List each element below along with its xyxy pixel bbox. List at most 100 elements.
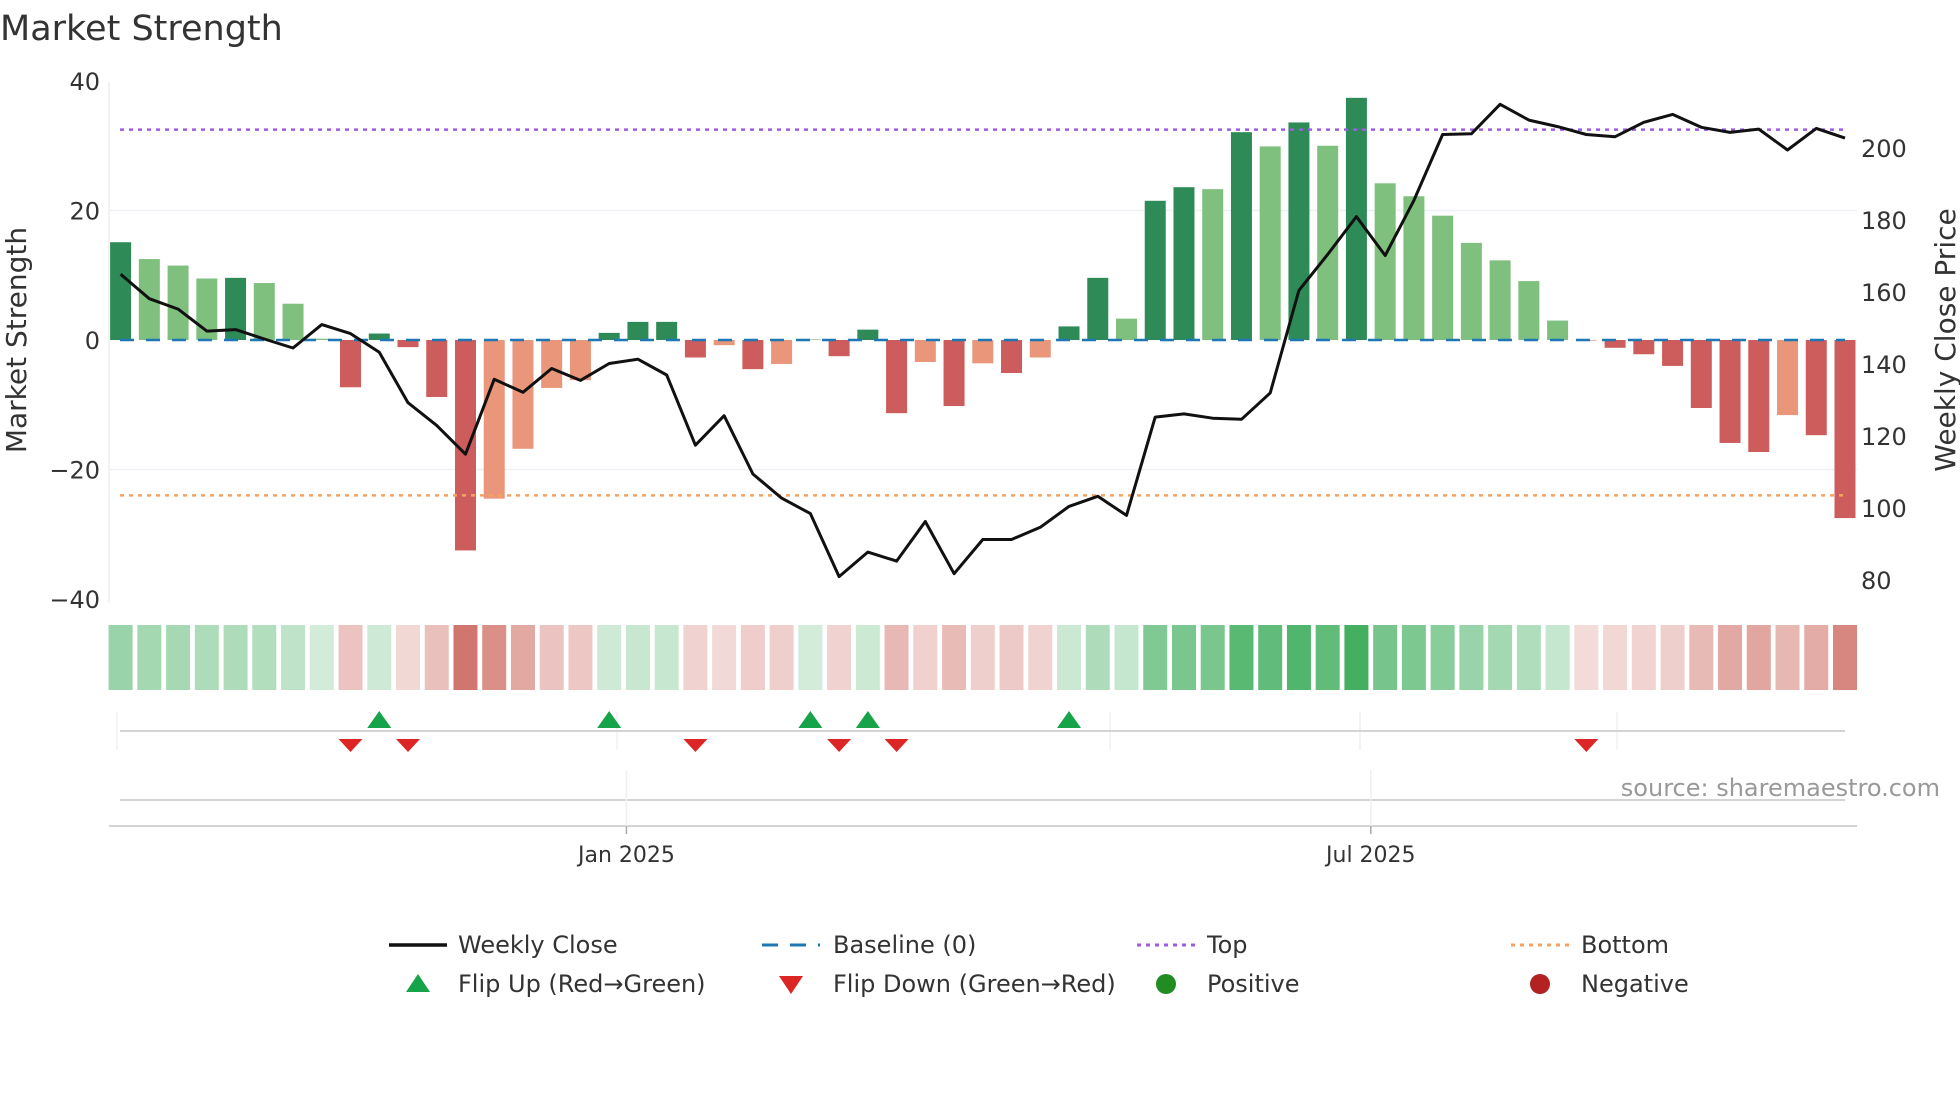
heatmap-cell — [1229, 625, 1254, 690]
positive-circle-icon — [1156, 974, 1176, 994]
triangle-up-icon — [406, 974, 430, 992]
strength-bar — [1777, 340, 1799, 416]
strength-bar — [512, 340, 534, 449]
legend-label: Positive — [1207, 970, 1300, 998]
x-axis: Jan 2025 Jul 2025 — [109, 770, 1857, 868]
strength-bar — [1518, 281, 1540, 340]
strength-bar — [541, 340, 563, 388]
heatmap-cell — [1114, 625, 1139, 690]
strength-bar — [771, 340, 793, 364]
legend-label: Flip Down (Green→Red) — [833, 970, 1116, 998]
heatmap-cell — [1315, 625, 1340, 690]
heatmap-cell — [913, 625, 938, 690]
heatmap-cell — [1516, 625, 1541, 690]
strength-bar — [1029, 340, 1051, 358]
heatmap-cell — [309, 625, 334, 690]
strength-bar — [656, 321, 678, 340]
heatmap-cell — [539, 625, 564, 690]
legend-label: Top — [1206, 931, 1248, 959]
heatmap-cell — [1775, 625, 1800, 690]
heatmap-cell — [194, 625, 219, 690]
strength-bar — [857, 329, 879, 340]
y-axis-label: Market Strength — [0, 227, 33, 453]
y2-tick-label: 180 — [1861, 207, 1907, 235]
y-tick-label: 40 — [69, 68, 100, 96]
strength-bar — [1834, 340, 1856, 519]
strength-bar — [1633, 340, 1655, 355]
legend: Weekly Close Baseline (0) Top Bottom Flip Up… — [389, 931, 1689, 998]
flip-markers-row — [116, 711, 1845, 752]
strength-bar — [1230, 132, 1252, 340]
heatmap-cell — [740, 625, 765, 690]
source-label: source: sharemaestro.com — [1621, 774, 1940, 802]
strength-bar — [1087, 277, 1109, 340]
flip-down-marker — [1574, 739, 1599, 752]
heatmap-cell — [999, 625, 1024, 690]
x-tick-label: Jan 2025 — [576, 843, 675, 868]
heatmap-cell — [1459, 625, 1484, 690]
strength-bar — [943, 340, 965, 407]
strength-bar — [282, 303, 304, 340]
strength-bar — [483, 340, 505, 499]
y2-tick-label: 120 — [1861, 423, 1907, 451]
x-tick-label: Jul 2025 — [1324, 843, 1416, 868]
flip-up-marker — [367, 711, 392, 728]
heatmap-cell — [1430, 625, 1455, 690]
legend-label: Negative — [1581, 970, 1689, 998]
strength-heatmap-strip — [108, 625, 1857, 690]
heatmap-cell — [281, 625, 306, 690]
strength-bar — [1001, 340, 1023, 374]
flip-down-marker — [827, 739, 852, 752]
heatmap-cell — [683, 625, 708, 690]
strength-bar — [1173, 187, 1195, 340]
strength-bar — [1403, 196, 1425, 340]
strength-bar — [972, 340, 994, 364]
heatmap-cell — [510, 625, 535, 690]
chart-title: Market Strength — [0, 9, 283, 49]
heatmap-cell — [223, 625, 248, 690]
y2-tick-label: 200 — [1861, 135, 1907, 163]
y2-axis-label: Weekly Close Price — [1929, 208, 1960, 471]
heatmap-cell — [568, 625, 593, 690]
heatmap-cell — [1804, 625, 1829, 690]
heatmap-cell — [1545, 625, 1570, 690]
flip-up-marker — [1057, 711, 1082, 728]
heatmap-cell — [970, 625, 995, 690]
y-tick-label: −20 — [49, 457, 100, 485]
strength-bar — [167, 265, 189, 340]
y2-tick-label: 100 — [1861, 495, 1907, 523]
triangle-down-icon — [779, 976, 803, 994]
heatmap-cell — [453, 625, 478, 690]
strength-bar — [914, 340, 936, 363]
heatmap-cell — [942, 625, 967, 690]
heatmap-cell — [252, 625, 277, 690]
strength-bar — [1662, 340, 1684, 366]
heatmap-cell — [1603, 625, 1628, 690]
heatmap-cell — [625, 625, 650, 690]
heatmap-cell — [1718, 625, 1743, 690]
strength-bar — [1288, 122, 1310, 340]
heatmap-cell — [1200, 625, 1225, 690]
heatmap-cell — [1344, 625, 1369, 690]
strength-bar — [627, 321, 649, 340]
heatmap-cell — [855, 625, 880, 690]
strength-bar — [684, 340, 706, 358]
heatmap-cell — [482, 625, 507, 690]
flip-down-marker — [396, 739, 420, 752]
heatmap-cell — [1085, 625, 1110, 690]
heatmap-cell — [424, 625, 449, 690]
strength-bar — [1489, 260, 1511, 340]
strength-bar — [886, 340, 908, 414]
heatmap-cell — [396, 625, 420, 690]
strength-bar — [1460, 242, 1482, 340]
heatmap-cell — [1401, 625, 1426, 690]
y-tick-label: 20 — [69, 198, 100, 226]
y-tick-label: −40 — [49, 586, 100, 614]
heatmap-cell — [1833, 625, 1857, 690]
strength-bar — [1690, 340, 1712, 408]
strength-bar — [1374, 183, 1396, 340]
heatmap-cell — [1057, 625, 1082, 690]
legend-label: Weekly Close — [458, 931, 618, 959]
legend-label: Baseline (0) — [833, 931, 976, 959]
heatmap-cell — [712, 625, 737, 690]
